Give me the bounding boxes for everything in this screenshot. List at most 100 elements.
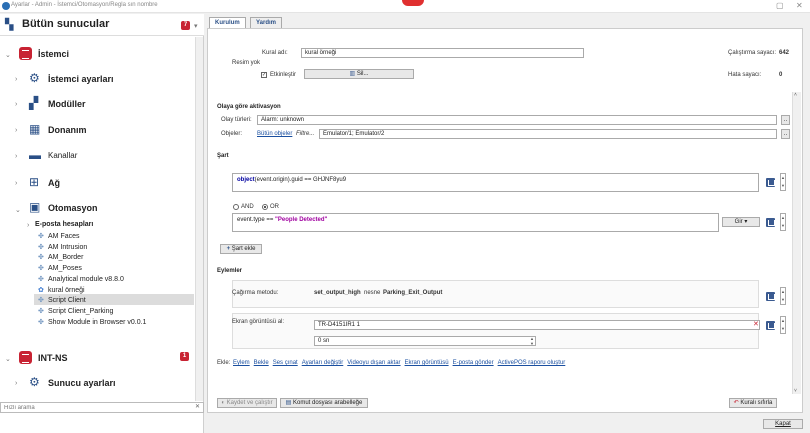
chevron-right-icon[interactable]: › xyxy=(15,127,17,134)
rule-icon: ✤ xyxy=(38,233,44,240)
tree-network[interactable]: Ağ xyxy=(48,178,60,188)
add-action-link[interactable]: E-posta gönder xyxy=(453,360,494,366)
modules-icon: ▞ xyxy=(29,96,39,110)
close-icon[interactable]: ✕ xyxy=(796,1,803,10)
rule-name-input[interactable]: kural örneği xyxy=(301,48,584,58)
enable-label: Etkinleştir xyxy=(270,72,297,78)
quick-search[interactable]: ✕ xyxy=(0,402,204,413)
scroll-down-icon[interactable]: ˅ xyxy=(794,388,797,394)
server-selector-label: Bütün sunucular xyxy=(22,18,110,30)
and-radio[interactable] xyxy=(233,204,239,210)
or-radio[interactable] xyxy=(262,204,268,210)
add-action-link[interactable]: ActivePOS raporu oluştur xyxy=(498,360,566,366)
tree-channels[interactable]: Kanallar xyxy=(48,151,77,160)
or-label: OR xyxy=(270,204,279,210)
seconds-spinner[interactable]: ▲ ▼ xyxy=(530,336,534,346)
clear-camera-icon[interactable]: ✕ xyxy=(753,320,759,328)
tree-client[interactable]: İstemci xyxy=(38,49,69,59)
gear-icon: ⚙ xyxy=(29,375,40,389)
rule-item[interactable]: Analytical module v8.8.0 xyxy=(48,276,124,283)
run-counter-label: Çalıştırma sayacı: xyxy=(728,50,777,56)
hardware-icon: ▦ xyxy=(29,122,41,136)
network-icon: ⊞ xyxy=(29,175,40,189)
action-1[interactable] xyxy=(232,280,759,308)
add-action-link[interactable]: Eylem xyxy=(233,360,250,366)
chevron-right-icon[interactable]: › xyxy=(15,380,17,387)
tree-automation[interactable]: Otomasyon xyxy=(48,203,98,213)
tree-server-settings[interactable]: Sunucu ayarları xyxy=(48,378,116,388)
chevron-right-icon[interactable]: › xyxy=(27,222,29,229)
rule-icon: ✤ xyxy=(38,243,44,251)
tab-setup[interactable]: Kurulum xyxy=(209,17,246,28)
rule-item[interactable]: Show Module in Browser v0.0.1 xyxy=(48,319,146,326)
scroll-up-icon[interactable]: ˄ xyxy=(794,92,797,98)
chevron-right-icon[interactable]: › xyxy=(15,101,17,108)
save-run-button[interactable]: ◐ Kaydet ve çalıştır xyxy=(217,398,277,408)
rule-icon: ✤ xyxy=(38,307,44,315)
main-scrollbar[interactable]: ˄ ˅ xyxy=(792,92,801,394)
add-condition-button[interactable]: + Şart ekle xyxy=(220,244,262,254)
tree-modules[interactable]: Modüller xyxy=(48,99,86,109)
rule-item[interactable]: Script Client_Parking xyxy=(48,308,113,315)
condition-2[interactable]: event.type == "People Detected" xyxy=(232,213,719,232)
delete-condition-2-icon[interactable] xyxy=(766,218,775,227)
chevron-down-icon[interactable]: ⌄ xyxy=(15,206,21,214)
object-word: nesne xyxy=(364,290,381,296)
close-button[interactable]: Kapat xyxy=(763,419,803,429)
rule-item[interactable]: Script Client xyxy=(48,297,86,304)
left-scrollbar[interactable] xyxy=(195,37,203,401)
minimize-icon[interactable]: ▢ xyxy=(776,1,784,10)
objects-more-button[interactable]: .. xyxy=(781,129,790,139)
chevron-right-icon[interactable]: › xyxy=(15,180,17,187)
tree-email-accounts[interactable]: E-posta hesapları xyxy=(35,221,93,228)
delete-action-2-icon[interactable] xyxy=(766,321,775,330)
condition-1[interactable]: object(event.origin).guid == GHJNF8yu9 xyxy=(232,173,759,192)
event-types-input[interactable]: Alarm: unknown xyxy=(257,115,777,125)
add-action-link[interactable]: Ayarları değiştir xyxy=(302,360,344,366)
objects-input[interactable]: Emulator/1; Emulator/2 xyxy=(319,129,777,139)
reset-rule-button[interactable]: ↶ Kuralı sıfırla xyxy=(729,398,777,408)
chevron-down-icon[interactable]: ⌄ xyxy=(5,355,11,363)
tree-hardware[interactable]: Donanım xyxy=(48,125,87,135)
rule-item[interactable]: kural örneği xyxy=(48,287,85,294)
action-1-order-stepper[interactable]: ▲ ▼ xyxy=(780,287,786,305)
delete-condition-1-icon[interactable] xyxy=(766,178,775,187)
rule-item[interactable]: AM_Border xyxy=(48,254,83,261)
chevron-down-icon[interactable]: ▾ xyxy=(194,22,198,30)
delete-action-1-icon[interactable] xyxy=(766,292,775,301)
chevron-right-icon[interactable]: › xyxy=(15,76,17,83)
rule-item[interactable]: AM_Poses xyxy=(48,265,82,272)
rule-icon: ✤ xyxy=(38,297,44,305)
delete-button[interactable]: ▥ Sil... xyxy=(304,69,414,79)
action-2-order-stepper[interactable]: ▲ ▼ xyxy=(780,316,786,334)
rule-item[interactable]: AM Intrusion xyxy=(48,244,87,251)
enter-dropdown[interactable]: Gir ▾ xyxy=(722,217,760,227)
seconds-input[interactable]: 0 sn xyxy=(314,336,536,346)
error-counter-label: Hata sayacı: xyxy=(728,72,762,78)
rule-item[interactable]: AM Faces xyxy=(48,233,80,240)
condition-2-order-stepper[interactable]: ▲ ▼ xyxy=(780,213,786,231)
title-bar: Ayarlar - Admin - İstemci/Otomasyon/Regl… xyxy=(0,0,810,13)
channels-icon: ▬ xyxy=(29,148,41,162)
condition-1-order-stepper[interactable]: ▲ ▼ xyxy=(780,173,786,191)
tab-help[interactable]: Yardım xyxy=(250,17,283,28)
server-selector[interactable]: ▚ Bütün sunucular 7 ▾ xyxy=(0,14,204,36)
add-action-link[interactable]: Bekle xyxy=(254,360,269,366)
clear-icon[interactable]: ✕ xyxy=(195,403,200,410)
int-ns-badge: 1 xyxy=(180,352,189,361)
filter-link[interactable]: Filtre... xyxy=(296,131,314,137)
tree-int-ns[interactable]: INT-NS xyxy=(38,353,68,363)
camera-input[interactable]: TR-D4151IR1 1 xyxy=(314,320,760,330)
all-objects-link[interactable]: Bütün objeler xyxy=(257,131,292,137)
add-action-link[interactable]: Ses çınat xyxy=(273,360,298,366)
add-action-link[interactable]: Ekran görüntüsü xyxy=(405,360,449,366)
copy-script-button[interactable]: ▤ Komut dosyası arabelleğe xyxy=(280,398,368,408)
add-action-link[interactable]: Videoyu dışarı aktar xyxy=(347,360,400,366)
chevron-right-icon[interactable]: › xyxy=(15,153,17,160)
search-input[interactable] xyxy=(4,403,184,412)
enable-checkbox[interactable]: ✓ xyxy=(261,72,267,78)
chevron-down-icon[interactable]: ⌄ xyxy=(5,51,11,59)
tree-client-settings[interactable]: İstemci ayarları xyxy=(48,74,114,84)
event-types-more-button[interactable]: .. xyxy=(781,115,790,125)
event-section-title: Olaya göre aktivasyon xyxy=(217,104,281,110)
